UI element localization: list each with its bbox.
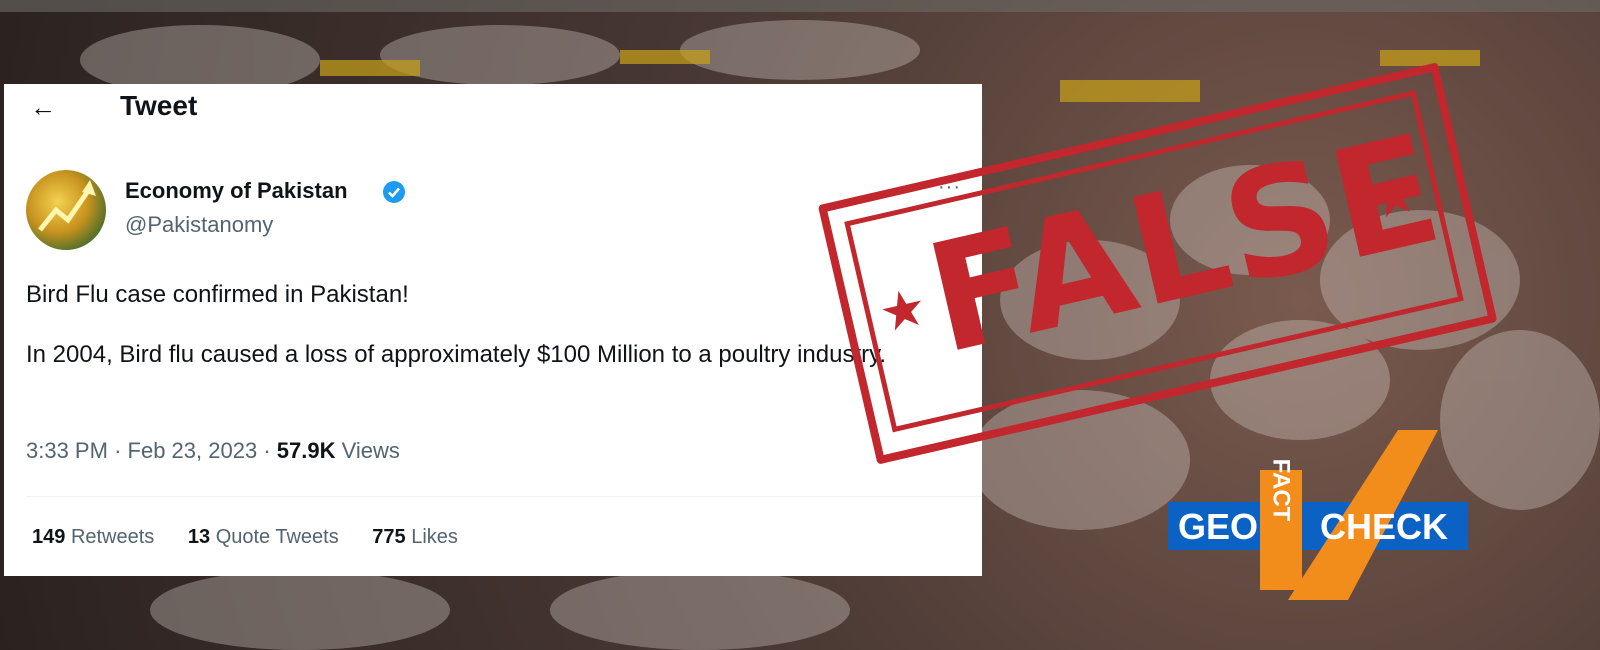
likes-link[interactable]: 775 Likes bbox=[372, 526, 458, 548]
author-name[interactable]: Economy of Pakistan bbox=[125, 178, 348, 204]
tweet-paragraph: In 2004, Bird flu caused a loss of appro… bbox=[26, 341, 887, 368]
tweet-date[interactable]: Feb 23, 2023 bbox=[128, 438, 258, 463]
geo-fact-check-logo: GEO CHECK FACT bbox=[1168, 430, 1468, 600]
retweets-count: 149 bbox=[32, 526, 66, 548]
author-handle[interactable]: @Pakistanomy bbox=[125, 212, 273, 238]
tweet-meta: 3:33 PM · Feb 23, 2023 · 57.9K Views bbox=[26, 438, 400, 464]
quote-label: Quote Tweets bbox=[215, 526, 339, 548]
page-title: Tweet bbox=[120, 90, 198, 121]
retweets-label: Retweets bbox=[70, 526, 155, 548]
retweets-link[interactable]: 149 Retweets bbox=[32, 526, 154, 548]
tweet-paragraph: Bird Flu case confirmed in Pakistan! bbox=[26, 281, 409, 308]
separator: · bbox=[114, 438, 128, 463]
tweet-time[interactable]: 3:33 PM bbox=[26, 438, 108, 463]
back-arrow-icon[interactable]: ← bbox=[30, 94, 56, 120]
likes-label: Likes bbox=[411, 526, 458, 548]
tweet-stats: 149 Retweets 13 Quote Tweets 775 Likes bbox=[32, 526, 486, 549]
quote-tweets-link[interactable]: 13 Quote Tweets bbox=[188, 526, 339, 548]
chart-arrow-icon bbox=[38, 180, 96, 232]
divider bbox=[26, 496, 982, 497]
likes-count: 775 bbox=[372, 526, 406, 548]
avatar[interactable] bbox=[26, 170, 106, 250]
verified-badge-icon bbox=[383, 181, 405, 203]
logo-check-text: CHECK bbox=[1320, 506, 1448, 547]
views-label: Views bbox=[341, 438, 400, 463]
separator: · bbox=[263, 438, 277, 463]
logo-fact-text: FACT bbox=[1268, 459, 1295, 522]
tweet-body: Bird Flu case confirmed in Pakistan! In … bbox=[26, 280, 976, 400]
logo-geo-text: GEO bbox=[1178, 506, 1258, 547]
quote-count: 13 bbox=[187, 526, 211, 548]
views-count: 57.9K bbox=[276, 438, 336, 463]
